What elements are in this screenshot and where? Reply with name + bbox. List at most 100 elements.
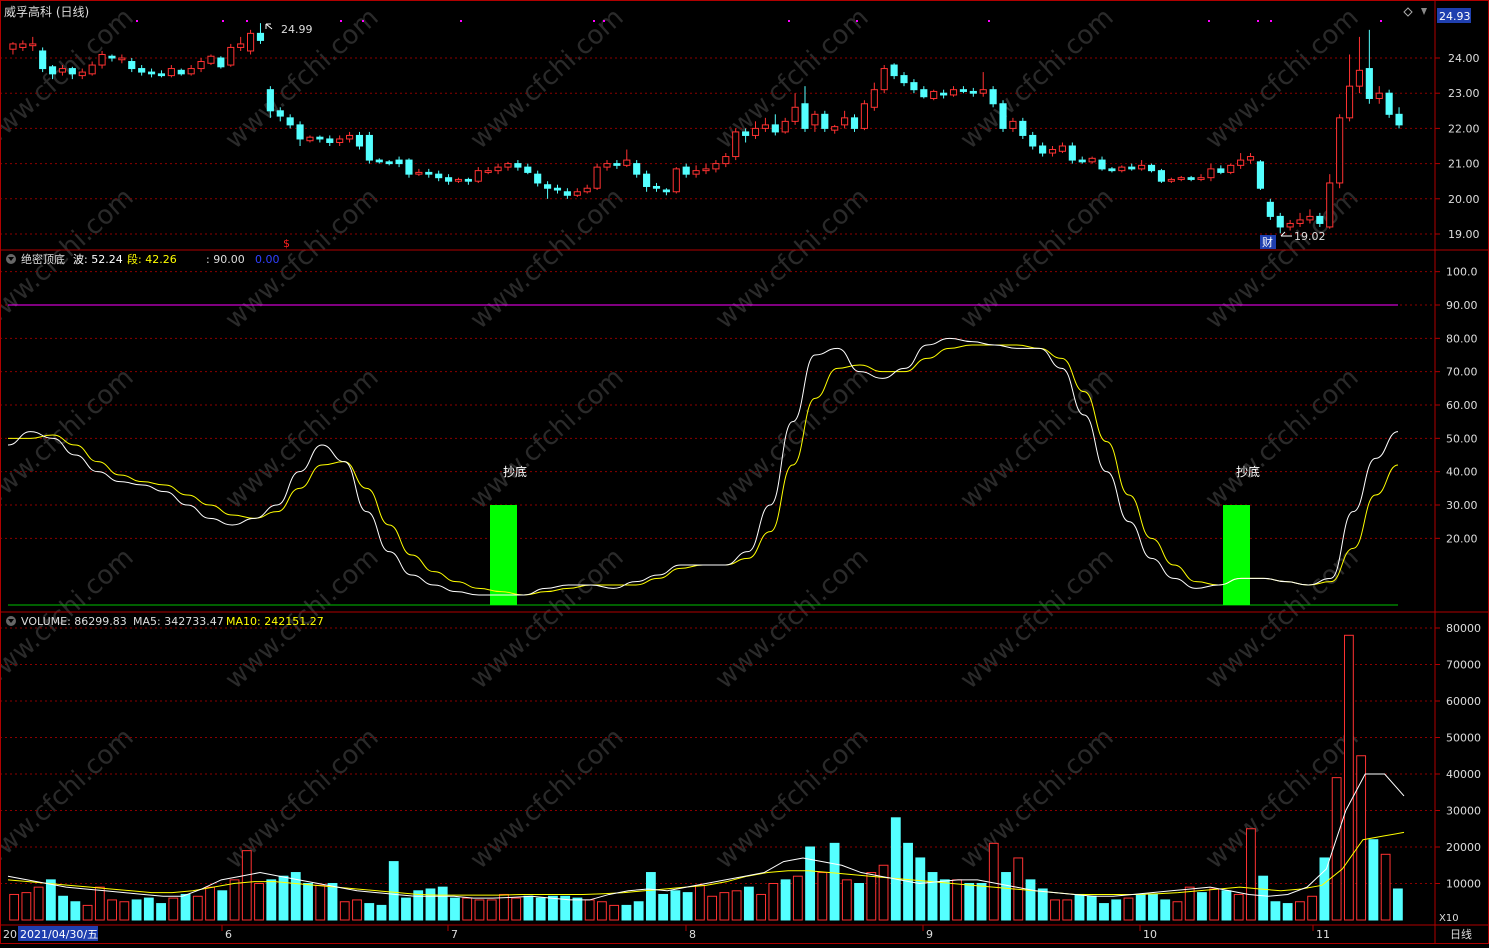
volume-tick-label: 60000 [1446, 695, 1481, 708]
candle-body [336, 138, 344, 143]
candle-body [286, 117, 294, 126]
candle [415, 168, 423, 176]
triangle-icon[interactable] [1421, 8, 1427, 15]
chart-canvas[interactable]: www.cfchi.com www.cfchi.com www.cfchi.com w… [0, 0, 1489, 944]
candle-body [494, 166, 502, 172]
candle [880, 65, 888, 94]
segment-line [7, 344, 1399, 596]
candle-body [563, 191, 571, 196]
volume-ma5-label: MA5: 342733.47 [133, 615, 224, 628]
candle [850, 114, 859, 132]
price-tick-label: 23.00 [1448, 87, 1480, 100]
candle-body [771, 124, 779, 133]
indicator-collapse-icon[interactable] [6, 254, 16, 264]
volume-tick-label: 20000 [1446, 841, 1481, 854]
indicator-lines[interactable] [7, 337, 1399, 596]
dividend-mark[interactable]: $ [283, 237, 290, 250]
indicator-tick-label: 60.00 [1446, 399, 1478, 412]
candle-body [474, 170, 482, 182]
volume-tick-label: 10000 [1446, 878, 1481, 891]
candle-body [385, 161, 393, 165]
watermark-text: www.cfchi.com [955, 722, 1120, 875]
watermark-text: www.cfchi.com [465, 542, 630, 695]
finance-badge[interactable]: 财 [1262, 235, 1273, 249]
signal-bar [1223, 505, 1250, 605]
candle [1207, 163, 1215, 182]
event-dots [136, 20, 1382, 22]
candle [1167, 177, 1175, 183]
candle [870, 82, 878, 111]
volume-bar [633, 901, 644, 921]
event-dot [856, 20, 858, 22]
candle [583, 184, 591, 194]
price-tick-label: 21.00 [1448, 158, 1480, 171]
candle-body [1336, 117, 1344, 184]
candle [237, 36, 245, 51]
volume-axis: 80000 70000 60000 50000 40000 30000 20000 10000 [1435, 622, 1481, 891]
candle [514, 160, 522, 171]
candle [1365, 29, 1373, 104]
candle-body [128, 61, 136, 70]
indicator-name: 绝密顶底 [21, 252, 65, 266]
candle-body [850, 117, 859, 129]
candle [801, 86, 809, 132]
volume-unit-label: X10 [1439, 913, 1459, 924]
candle-body [920, 89, 928, 98]
volume-bar [58, 895, 69, 921]
volume-bar [1135, 893, 1146, 921]
volume-bar [241, 850, 252, 921]
current-date-label[interactable]: 2021/04/30/五 [20, 928, 98, 941]
volume-bar [180, 893, 191, 921]
candle-body [1088, 157, 1096, 163]
volume-bar [817, 872, 828, 921]
candle-body [1227, 164, 1235, 173]
candle [227, 43, 235, 67]
candle-body [1395, 113, 1403, 126]
candle [365, 131, 373, 164]
volume-collapse-icon[interactable] [6, 616, 16, 626]
candle-body [583, 187, 591, 193]
candle [1019, 117, 1027, 139]
month-label: 9 [926, 928, 933, 941]
candle-body [1039, 145, 1047, 154]
candle [1088, 156, 1096, 164]
volume-bar [1295, 901, 1305, 921]
candle [1227, 163, 1235, 175]
volume-bar [131, 899, 142, 921]
candle-body [1276, 215, 1284, 228]
volume-bar [1368, 839, 1379, 921]
volume-bars[interactable] [9, 634, 1403, 921]
candle [940, 89, 948, 99]
candle-body [365, 134, 373, 161]
candle [781, 117, 789, 134]
indicator-tick-label: 20.00 [1446, 532, 1478, 545]
volume-bar [45, 879, 56, 921]
volume-bar [1392, 888, 1403, 921]
candle [712, 160, 720, 173]
candle [167, 65, 175, 78]
chart-title: 威孚高科 (日线) [4, 4, 89, 19]
candle [1276, 212, 1284, 234]
candle [890, 63, 898, 80]
candle [19, 40, 27, 51]
volume-tick-label: 40000 [1446, 768, 1481, 781]
volume-bar [1307, 895, 1318, 921]
candle [138, 65, 146, 76]
price-tick-label: 24.00 [1448, 52, 1480, 65]
candle [959, 86, 967, 94]
candle-body [573, 191, 581, 196]
candle [246, 29, 255, 55]
candle-body [177, 69, 185, 75]
volume-bar [841, 879, 852, 921]
candle [39, 47, 47, 73]
volume-bar [9, 893, 20, 921]
period-label[interactable]: 日线 [1450, 927, 1472, 941]
candle-body [355, 134, 364, 147]
watermark-text: www.cfchi.com [710, 182, 875, 335]
watermark-text: www.cfchi.com [710, 722, 875, 875]
candle-body [395, 159, 403, 165]
diamond-icon[interactable] [1403, 7, 1413, 17]
volume-bar [1148, 893, 1158, 921]
volume-bar [425, 888, 436, 921]
volume-bar [964, 883, 975, 921]
